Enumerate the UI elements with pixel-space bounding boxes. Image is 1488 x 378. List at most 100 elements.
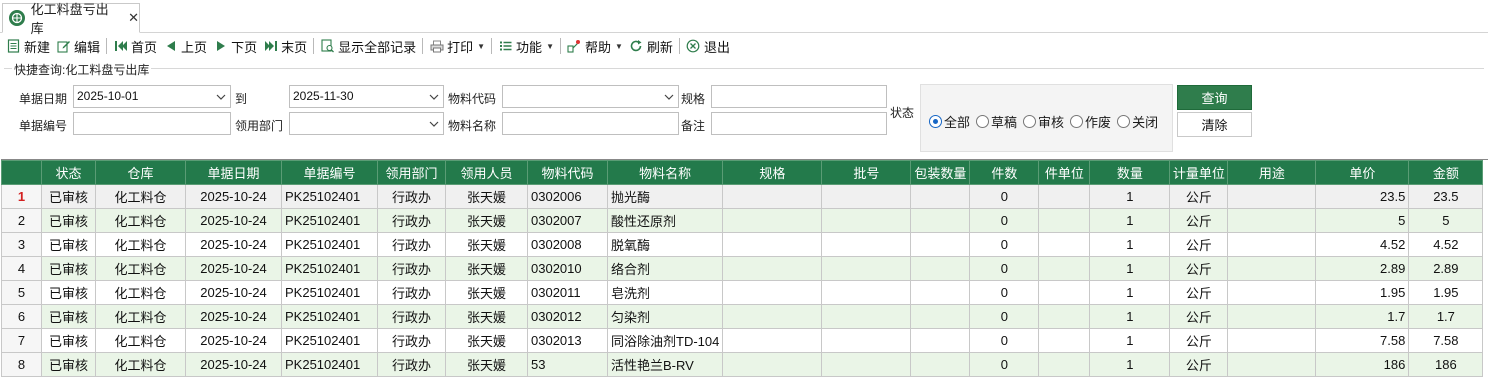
table-cell[interactable]: 0302010 — [527, 256, 608, 281]
table-cell[interactable]: PK25102401 — [281, 208, 378, 233]
table-cell[interactable]: 2025-10-24 — [185, 280, 282, 305]
column-header[interactable]: 计量单位 — [1169, 160, 1229, 185]
column-header[interactable]: 状态 — [41, 160, 96, 185]
table-cell[interactable] — [910, 256, 971, 281]
status-radio-all[interactable]: 全部 — [929, 112, 970, 131]
table-cell[interactable]: 张天媛 — [445, 352, 528, 377]
row-number-cell[interactable]: 6 — [1, 304, 42, 329]
table-cell[interactable]: 1.95 — [1408, 280, 1484, 305]
table-cell[interactable]: 公斤 — [1169, 184, 1229, 209]
table-cell[interactable]: 公斤 — [1169, 304, 1229, 329]
table-cell[interactable]: 络合剂 — [606, 256, 724, 281]
table-cell[interactable]: 0302012 — [527, 304, 608, 329]
column-header[interactable]: 单价 — [1315, 160, 1410, 185]
row-number-cell[interactable]: 5 — [1, 280, 42, 305]
table-cell[interactable]: 0 — [969, 208, 1040, 233]
table-cell[interactable] — [1038, 328, 1091, 353]
refresh-button[interactable]: 刷新 — [626, 35, 676, 57]
table-cell[interactable]: 1 — [1089, 232, 1171, 257]
chevron-down-icon[interactable] — [664, 92, 674, 102]
remark-field[interactable] — [711, 112, 887, 135]
table-cell[interactable]: 匀染剂 — [606, 304, 724, 329]
table-cell[interactable]: 行政办 — [377, 232, 446, 257]
table-row[interactable]: 3 已审核 化工料仓 2025-10-24 PK25102401 行政办 张天媛 030200… — [1, 232, 1484, 257]
table-cell[interactable]: 2.89 — [1408, 256, 1484, 281]
table-cell[interactable]: 186 — [1315, 352, 1410, 377]
exit-button[interactable]: 退出 — [683, 35, 733, 57]
table-cell[interactable]: 化工料仓 — [95, 208, 186, 233]
table-cell[interactable]: 皂洗剂 — [606, 280, 724, 305]
table-cell[interactable]: 1 — [1089, 328, 1171, 353]
table-cell[interactable] — [722, 304, 823, 329]
column-header[interactable]: 金额 — [1408, 160, 1484, 185]
table-row[interactable]: 7 已审核 化工料仓 2025-10-24 PK25102401 行政办 张天媛 030201… — [1, 328, 1484, 353]
table-cell[interactable]: 化工料仓 — [95, 352, 186, 377]
table-cell[interactable]: 5 — [1408, 208, 1484, 233]
dept-field[interactable] — [289, 112, 444, 135]
column-header[interactable]: 规格 — [722, 160, 823, 185]
table-cell[interactable]: 已审核 — [41, 232, 96, 257]
table-cell[interactable]: 1 — [1089, 256, 1171, 281]
table-cell[interactable]: 已审核 — [41, 184, 96, 209]
status-radio-void[interactable]: 作废 — [1070, 112, 1111, 131]
table-cell[interactable]: 1 — [1089, 352, 1171, 377]
clear-button[interactable]: 清除 — [1177, 112, 1252, 137]
table-cell[interactable] — [821, 304, 912, 329]
table-cell[interactable] — [722, 280, 823, 305]
column-header[interactable]: 件单位 — [1038, 160, 1091, 185]
table-cell[interactable]: 2025-10-24 — [185, 328, 282, 353]
table-cell[interactable]: 1.7 — [1408, 304, 1484, 329]
table-cell[interactable]: 1 — [1089, 280, 1171, 305]
table-row[interactable]: 5 已审核 化工料仓 2025-10-24 PK25102401 行政办 张天媛 030201… — [1, 280, 1484, 305]
table-cell[interactable]: 已审核 — [41, 352, 96, 377]
first-page-button[interactable]: 首页 — [110, 35, 160, 57]
table-cell[interactable]: 张天媛 — [445, 256, 528, 281]
table-cell[interactable]: 张天媛 — [445, 280, 528, 305]
table-cell[interactable]: 张天媛 — [445, 184, 528, 209]
row-number-cell[interactable]: 7 — [1, 328, 42, 353]
table-cell[interactable] — [722, 208, 823, 233]
table-cell[interactable] — [910, 208, 971, 233]
table-cell[interactable]: 4.52 — [1408, 232, 1484, 257]
table-row[interactable]: 4 已审核 化工料仓 2025-10-24 PK25102401 行政办 张天媛 030201… — [1, 256, 1484, 281]
table-cell[interactable] — [910, 328, 971, 353]
row-number-cell[interactable]: 3 — [1, 232, 42, 257]
status-radio-draft[interactable]: 草稿 — [976, 112, 1017, 131]
table-cell[interactable]: 7.58 — [1315, 328, 1410, 353]
table-cell[interactable]: 公斤 — [1169, 328, 1229, 353]
table-cell[interactable]: 已审核 — [41, 304, 96, 329]
table-row[interactable]: 2 已审核 化工料仓 2025-10-24 PK25102401 行政办 张天媛 030200… — [1, 208, 1484, 233]
table-cell[interactable] — [821, 256, 912, 281]
column-header[interactable]: 单据编号 — [281, 160, 378, 185]
doc-no-field[interactable] — [73, 112, 231, 135]
table-cell[interactable] — [1038, 352, 1091, 377]
column-header[interactable]: 仓库 — [95, 160, 186, 185]
status-radio-approved[interactable]: 审核 — [1023, 112, 1064, 131]
table-cell[interactable]: 化工料仓 — [95, 304, 186, 329]
table-cell[interactable]: 化工料仓 — [95, 232, 186, 257]
chevron-down-icon[interactable] — [429, 92, 439, 102]
table-cell[interactable]: 5 — [1315, 208, 1410, 233]
table-cell[interactable] — [910, 232, 971, 257]
table-cell[interactable]: 行政办 — [377, 328, 446, 353]
table-cell[interactable]: PK25102401 — [281, 256, 378, 281]
close-icon[interactable]: ✕ — [128, 10, 139, 26]
table-cell[interactable]: 公斤 — [1169, 256, 1229, 281]
status-radio-closed[interactable]: 关闭 — [1117, 112, 1158, 131]
table-cell[interactable]: 已审核 — [41, 256, 96, 281]
table-cell[interactable] — [821, 280, 912, 305]
table-row[interactable]: 6 已审核 化工料仓 2025-10-24 PK25102401 行政办 张天媛 030201… — [1, 304, 1484, 329]
row-number-cell[interactable]: 2 — [1, 208, 42, 233]
table-cell[interactable]: 化工料仓 — [95, 328, 186, 353]
table-cell[interactable]: PK25102401 — [281, 184, 378, 209]
table-cell[interactable]: 同浴除油剂TD-104 — [606, 328, 724, 353]
table-cell[interactable]: 公斤 — [1169, 352, 1229, 377]
table-cell[interactable]: 1.95 — [1315, 280, 1410, 305]
table-cell[interactable]: 行政办 — [377, 280, 446, 305]
row-number-cell[interactable]: 1 — [1, 184, 42, 209]
table-cell[interactable] — [821, 184, 912, 209]
table-cell[interactable]: 0 — [969, 352, 1040, 377]
chevron-down-icon[interactable] — [429, 119, 439, 129]
table-cell[interactable]: 化工料仓 — [95, 280, 186, 305]
table-cell[interactable]: 张天媛 — [445, 328, 528, 353]
